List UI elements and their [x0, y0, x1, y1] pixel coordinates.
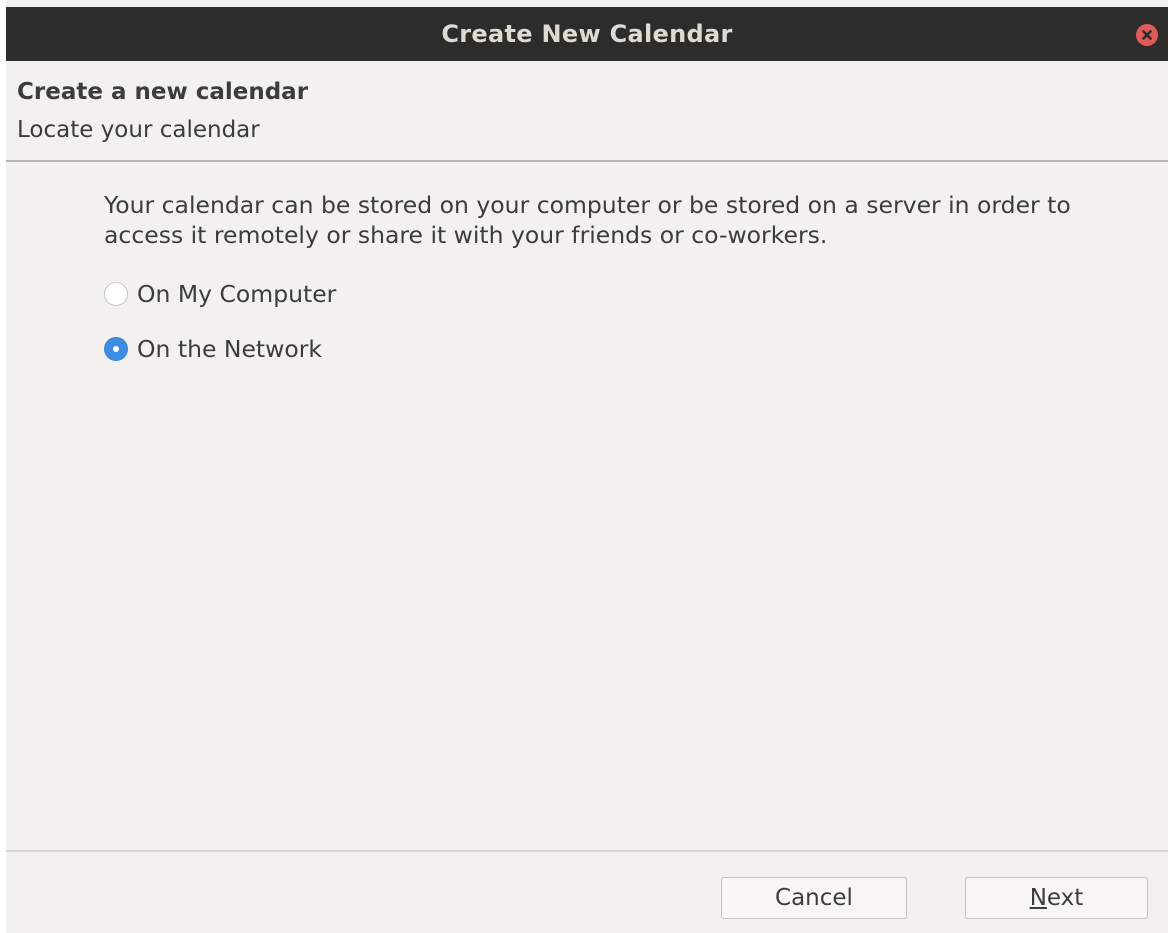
radio-checked-icon[interactable]: [104, 337, 128, 361]
next-mnemonic: N: [1029, 885, 1047, 911]
title-bar[interactable]: Create New Calendar: [6, 7, 1168, 61]
radio-label: On the Network: [137, 335, 323, 363]
cancel-button[interactable]: Cancel: [721, 877, 907, 919]
next-label-rest: ext: [1046, 885, 1084, 911]
radio-unchecked-icon[interactable]: [104, 282, 128, 306]
wizard-footer: Cancel Next: [6, 850, 1168, 933]
wizard-header: Create a new calendar Locate your calend…: [6, 61, 1168, 162]
wizard-content: Your calendar can be stored on your comp…: [6, 162, 1168, 850]
next-button[interactable]: Next: [965, 877, 1148, 919]
close-button[interactable]: [1136, 24, 1158, 46]
close-icon: [1142, 30, 1152, 40]
page-title: Create a new calendar: [17, 79, 309, 105]
radio-label: On My Computer: [137, 280, 337, 308]
radio-on-the-network[interactable]: On the Network: [104, 334, 322, 364]
dialog-window: Create New Calendar Create a new calenda…: [0, 0, 1168, 933]
window-title: Create New Calendar: [441, 20, 733, 48]
page-subtitle: Locate your calendar: [17, 117, 260, 143]
radio-on-my-computer[interactable]: On My Computer: [104, 279, 336, 309]
description-text: Your calendar can be stored on your comp…: [104, 191, 1071, 249]
